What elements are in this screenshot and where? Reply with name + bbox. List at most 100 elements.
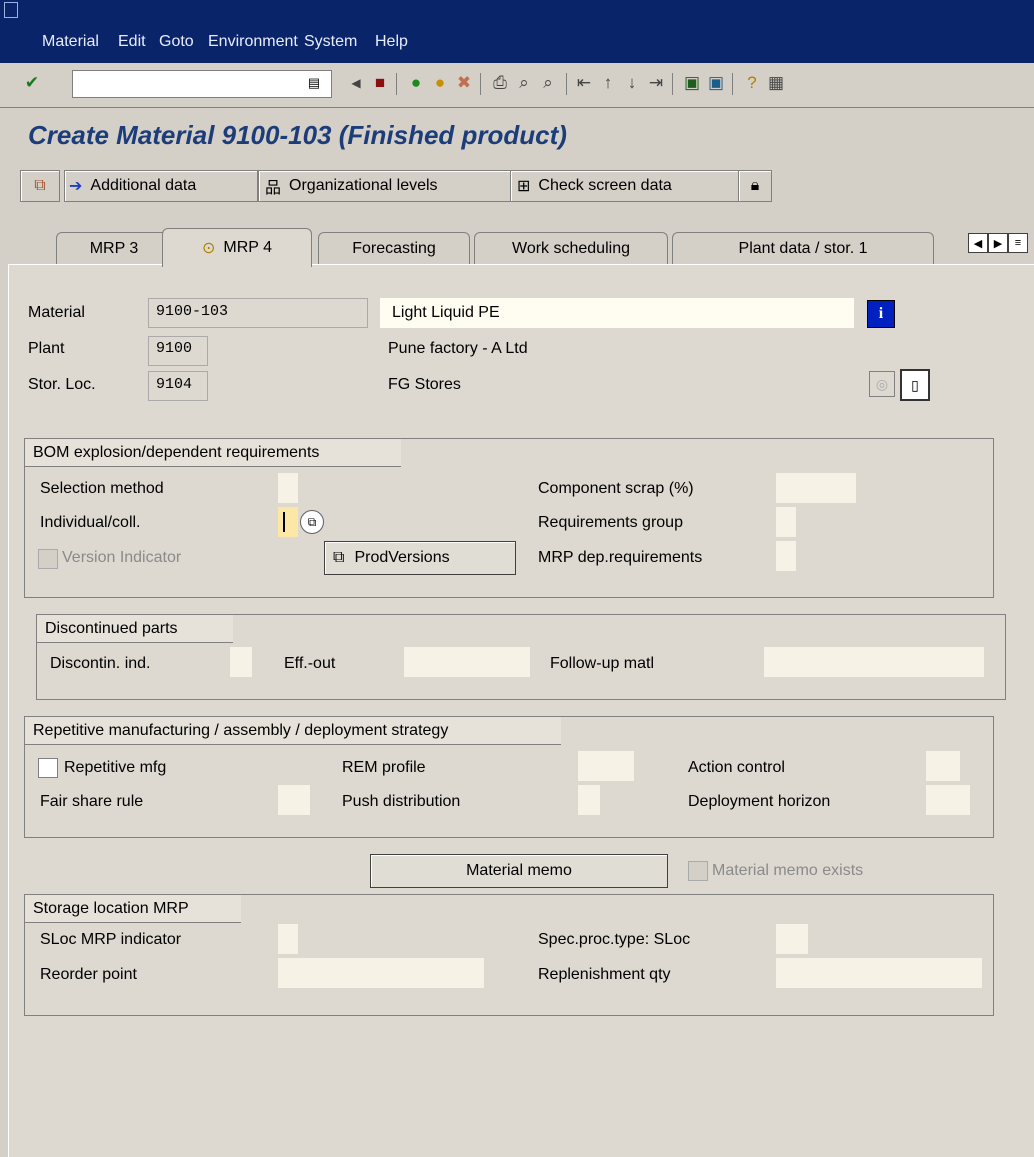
prodversions-button[interactable]: ⧉ ProdVersions xyxy=(324,541,516,575)
repetitive-mfg-checkbox[interactable] xyxy=(38,758,58,778)
previous-page-icon[interactable]: ↑ xyxy=(596,71,620,95)
collapse-icon[interactable]: ◀ xyxy=(344,71,368,95)
spec-proc-type-field[interactable] xyxy=(776,924,808,954)
document-icon[interactable]: ▯ xyxy=(900,369,930,401)
component-scrap-field[interactable] xyxy=(776,473,856,503)
scroll-left-icon[interactable]: ◀ xyxy=(968,233,988,253)
discontin-ind-label: Discontin. ind. xyxy=(50,655,151,672)
individual-coll-field[interactable] xyxy=(278,507,298,537)
lock-button[interactable]: 🔒︎ xyxy=(738,170,772,202)
storage-location-mrp-group: Storage location MRP xyxy=(24,894,994,1016)
new-session-icon[interactable]: ▣ xyxy=(680,71,704,95)
replenishment-qty-field[interactable] xyxy=(776,958,982,988)
info-icon[interactable]: i xyxy=(867,300,895,328)
first-page-icon[interactable]: ⇤ xyxy=(572,71,596,95)
possible-entries-icon[interactable]: ⧉ xyxy=(300,510,324,534)
menu-system[interactable]: System xyxy=(304,33,357,55)
fair-share-rule-label: Fair share rule xyxy=(40,793,144,810)
shortcut-icon[interactable]: ▣ xyxy=(704,71,728,95)
print-icon[interactable]: ⎙ xyxy=(488,71,512,95)
tab-mrp4[interactable]: ⊙ MRP 4 xyxy=(162,228,312,267)
additional-data-label: Additional data xyxy=(90,177,197,194)
tab-list-icon[interactable]: ≡ xyxy=(1008,233,1028,253)
tab-forecasting[interactable]: Forecasting xyxy=(318,232,470,265)
check-screen-data-button[interactable]: ⊞ Check screen data xyxy=(510,170,740,202)
deployment-horizon-field[interactable] xyxy=(926,785,970,815)
system-menu-icon[interactable] xyxy=(4,2,18,18)
lock-icon: 🔒︎ xyxy=(750,177,760,194)
material-memo-button[interactable]: Material memo xyxy=(370,854,668,888)
storage-location-value: 9104 xyxy=(156,376,193,393)
eff-out-label: Eff.-out xyxy=(284,655,336,672)
push-distribution-field[interactable] xyxy=(578,785,600,815)
other-material-button[interactable]: ⧉ xyxy=(20,170,60,202)
material-memo-exists-label: Material memo exists xyxy=(712,862,864,879)
glasses-icon[interactable]: ◎ xyxy=(869,371,895,397)
tab-work-scheduling-label: Work scheduling xyxy=(512,240,630,257)
menu-environment[interactable]: Environment xyxy=(208,33,298,55)
fair-share-rule-field[interactable] xyxy=(278,785,310,815)
additional-data-button[interactable]: ➔ Additional data xyxy=(64,170,258,202)
rem-profile-label: REM profile xyxy=(342,759,426,776)
command-history-icon[interactable]: ▤ xyxy=(302,71,326,95)
deployment-horizon-label: Deployment horizon xyxy=(688,793,831,810)
cancel-icon[interactable]: ✖ xyxy=(452,71,476,95)
layout-menu-icon[interactable]: ▦ xyxy=(764,71,788,95)
active-tab-icon: ⊙ xyxy=(201,240,216,257)
sloc-mrp-indicator-field[interactable] xyxy=(278,924,298,954)
menu-bar: Material Edit Goto Environment System He… xyxy=(0,0,1034,63)
mrp-dep-requirements-field[interactable] xyxy=(776,541,796,571)
find-icon[interactable]: ⌕ xyxy=(512,71,536,95)
rem-profile-field[interactable] xyxy=(578,751,634,781)
action-control-field[interactable] xyxy=(926,751,960,781)
repetitive-mfg-label: Repetitive mfg xyxy=(64,759,167,776)
tab-plant-data-stor-label: Plant data / stor. 1 xyxy=(738,240,868,257)
storage-location-mrp-title: Storage location MRP xyxy=(25,895,241,923)
last-page-icon[interactable]: ⇥ xyxy=(644,71,668,95)
repetitive-manufacturing-group: Repetitive manufacturing / assembly / de… xyxy=(24,716,994,838)
selection-method-field[interactable] xyxy=(278,473,298,503)
next-page-icon[interactable]: ↓ xyxy=(620,71,644,95)
check-screen-data-label: Check screen data xyxy=(538,177,672,194)
menu-help[interactable]: Help xyxy=(375,33,408,55)
spec-proc-type-label: Spec.proc.type: SLoc xyxy=(538,931,691,948)
reorder-point-label: Reorder point xyxy=(40,966,137,983)
menu-goto[interactable]: Goto xyxy=(159,33,194,55)
exit-icon[interactable]: ● xyxy=(428,71,452,95)
menu-edit[interactable]: Edit xyxy=(118,33,146,55)
material-memo-exists-checkbox[interactable] xyxy=(688,861,708,881)
menu-material[interactable]: Material xyxy=(42,33,99,55)
storage-location-label: Stor. Loc. xyxy=(28,376,96,393)
selection-method-label: Selection method xyxy=(40,480,164,497)
discontin-ind-field[interactable] xyxy=(230,647,252,677)
tab-work-scheduling[interactable]: Work scheduling xyxy=(474,232,668,265)
reorder-point-field[interactable] xyxy=(278,958,484,988)
tab-plant-data-stor[interactable]: Plant data / stor. 1 xyxy=(672,232,934,265)
scroll-right-icon[interactable]: ▶ xyxy=(988,233,1008,253)
component-scrap-label: Component scrap (%) xyxy=(538,480,694,497)
eff-out-field[interactable] xyxy=(404,647,530,677)
help-icon[interactable]: ? xyxy=(740,71,764,95)
material-value: 9100-103 xyxy=(156,303,229,320)
enter-check-icon[interactable]: ✔ xyxy=(20,71,44,95)
plant-label: Plant xyxy=(28,340,65,357)
repetitive-group-title: Repetitive manufacturing / assembly / de… xyxy=(25,717,561,745)
organizational-levels-button[interactable]: 品 Organizational levels xyxy=(258,170,512,202)
version-indicator-checkbox[interactable] xyxy=(38,549,58,569)
tab-mrp3[interactable]: MRP 3 xyxy=(56,232,172,265)
push-distribution-label: Push distribution xyxy=(342,793,461,810)
command-field[interactable] xyxy=(72,70,332,98)
requirements-group-field[interactable] xyxy=(776,507,796,537)
standard-toolbar: ✔ ▤ ◀ ■ ● ● ✖ ⎙ ⌕ ⌕ ⇤ ↑ ↓ ⇥ ▣ ▣ ? ▦ xyxy=(0,63,1034,108)
back-icon[interactable]: ● xyxy=(404,71,428,95)
requirements-group-label: Requirements group xyxy=(538,514,683,531)
save-icon[interactable]: ■ xyxy=(368,71,392,95)
individual-coll-label: Individual/coll. xyxy=(40,514,141,531)
tab-mrp4-label: MRP 4 xyxy=(223,239,272,256)
check-screen-icon: ⊞ xyxy=(517,178,531,195)
org-levels-icon: 品 xyxy=(265,180,282,197)
find-next-icon[interactable]: ⌕ xyxy=(536,71,560,95)
mrp-dep-requirements-label: MRP dep.requirements xyxy=(538,549,703,566)
follow-up-matl-field[interactable] xyxy=(764,647,984,677)
sloc-mrp-indicator-label: SLoc MRP indicator xyxy=(40,931,182,948)
